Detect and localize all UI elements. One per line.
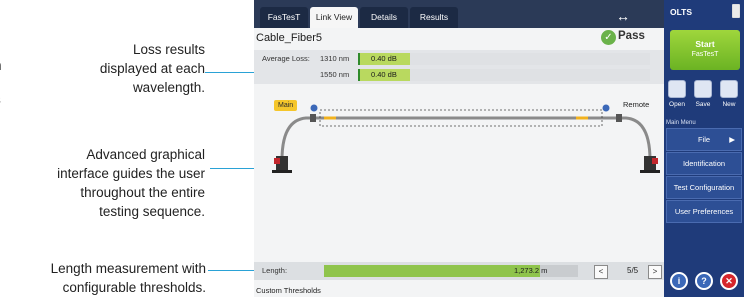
callout-graphical-interface: Advanced graphical interface guides the … (25, 145, 205, 221)
loss-value-1310: 0.40 dB (358, 53, 410, 65)
prev-button[interactable]: < (594, 265, 608, 279)
start-label: Start (695, 39, 715, 49)
chevron-right-icon: ▶ (729, 135, 735, 144)
next-button[interactable]: > (648, 265, 662, 279)
callout-line-3: wavelength. (132, 80, 205, 95)
help-icon[interactable]: ? (695, 272, 713, 290)
callout-line-4: testing sequence. (99, 204, 205, 219)
double-arrow-icon[interactable]: ↔ (616, 8, 630, 24)
folder-icon[interactable] (668, 80, 686, 98)
link-diagram: Main Remote (254, 98, 664, 188)
open-label: Open (669, 101, 685, 108)
check-icon: ✓ (601, 30, 616, 45)
callout-line-2: displayed at each (99, 61, 205, 76)
callout-length-measurement: Length measurement with configurable thr… (0, 259, 206, 297)
save-label: Save (695, 101, 711, 108)
pass-status: Pass (618, 30, 645, 42)
loss-bar-1550: 0.40 dB (358, 69, 650, 81)
close-icon[interactable]: ✕ (720, 272, 738, 290)
callout-line-2: interface guides the user (57, 166, 205, 181)
menu-file[interactable]: File ▶ (666, 128, 742, 151)
new-label: New (722, 101, 736, 108)
start-button[interactable]: Start FasTesT (670, 30, 740, 70)
wavelength-1310: 1310 nm (320, 54, 350, 63)
menu-user-preferences[interactable]: User Preferences (666, 200, 742, 223)
edge-text-2: s (0, 92, 1, 107)
menu-heading: Main Menu (666, 120, 696, 126)
start-sublabel: FasTesT (691, 51, 719, 58)
tab-details[interactable]: Details (360, 7, 408, 28)
callout-loss-results: Loss results displayed at each wavelengt… (40, 40, 205, 97)
average-loss-label: Average Loss: (262, 54, 310, 63)
custom-thresholds[interactable]: Custom Thresholds (256, 286, 321, 295)
menu-test-configuration[interactable]: Test Configuration (666, 176, 742, 199)
callout-line-3: throughout the entire (80, 185, 205, 200)
length-label: Length: (262, 266, 288, 275)
sidebar: OLTS Start FasTesT Open Save New Main Me… (664, 0, 744, 297)
length-value: 1,273.2 m (514, 266, 548, 275)
cable-title: Cable_Fiber5 (256, 32, 323, 44)
page-indicator: 5/5 (627, 266, 639, 275)
link-view-panel: Cable_Fiber5 ✓ Pass Average Loss: 1310 n… (254, 28, 664, 297)
callout-line-2: configurable thresholds. (62, 280, 206, 295)
info-icon[interactable]: i (670, 272, 688, 290)
tab-link-view[interactable]: Link View (310, 7, 358, 28)
menu-identification[interactable]: Identification (666, 152, 742, 175)
callout-line-1: Advanced graphical (86, 147, 205, 162)
save-icon[interactable] (694, 80, 712, 98)
edge-text-1: n (0, 58, 2, 73)
loss-results: Average Loss: 1310 nm 0.40 dB 1550 nm 0.… (254, 50, 664, 84)
length-bar: 1,273.2 m (324, 265, 578, 277)
menu-file-label: File (697, 135, 711, 144)
loss-bar-1310: 0.40 dB (358, 53, 650, 65)
tab-bar: FasTesT Link View Details Results ↔ (254, 0, 664, 28)
new-file-icon[interactable] (720, 80, 738, 98)
length-fill (324, 265, 540, 277)
tab-fastest[interactable]: FasTesT (260, 7, 308, 28)
battery-icon (732, 4, 740, 18)
tab-results[interactable]: Results (410, 7, 458, 28)
callout-line-1: Loss results (132, 42, 205, 57)
device-screen: FasTesT Link View Details Results ↔ Cabl… (254, 0, 744, 297)
wavelength-1550: 1550 nm (320, 70, 350, 79)
loss-value-1550: 0.40 dB (358, 69, 410, 81)
app-title: OLTS (670, 7, 693, 17)
callout-line-1: Length measurement with (50, 261, 206, 276)
fiber-link-graphic (272, 104, 660, 173)
